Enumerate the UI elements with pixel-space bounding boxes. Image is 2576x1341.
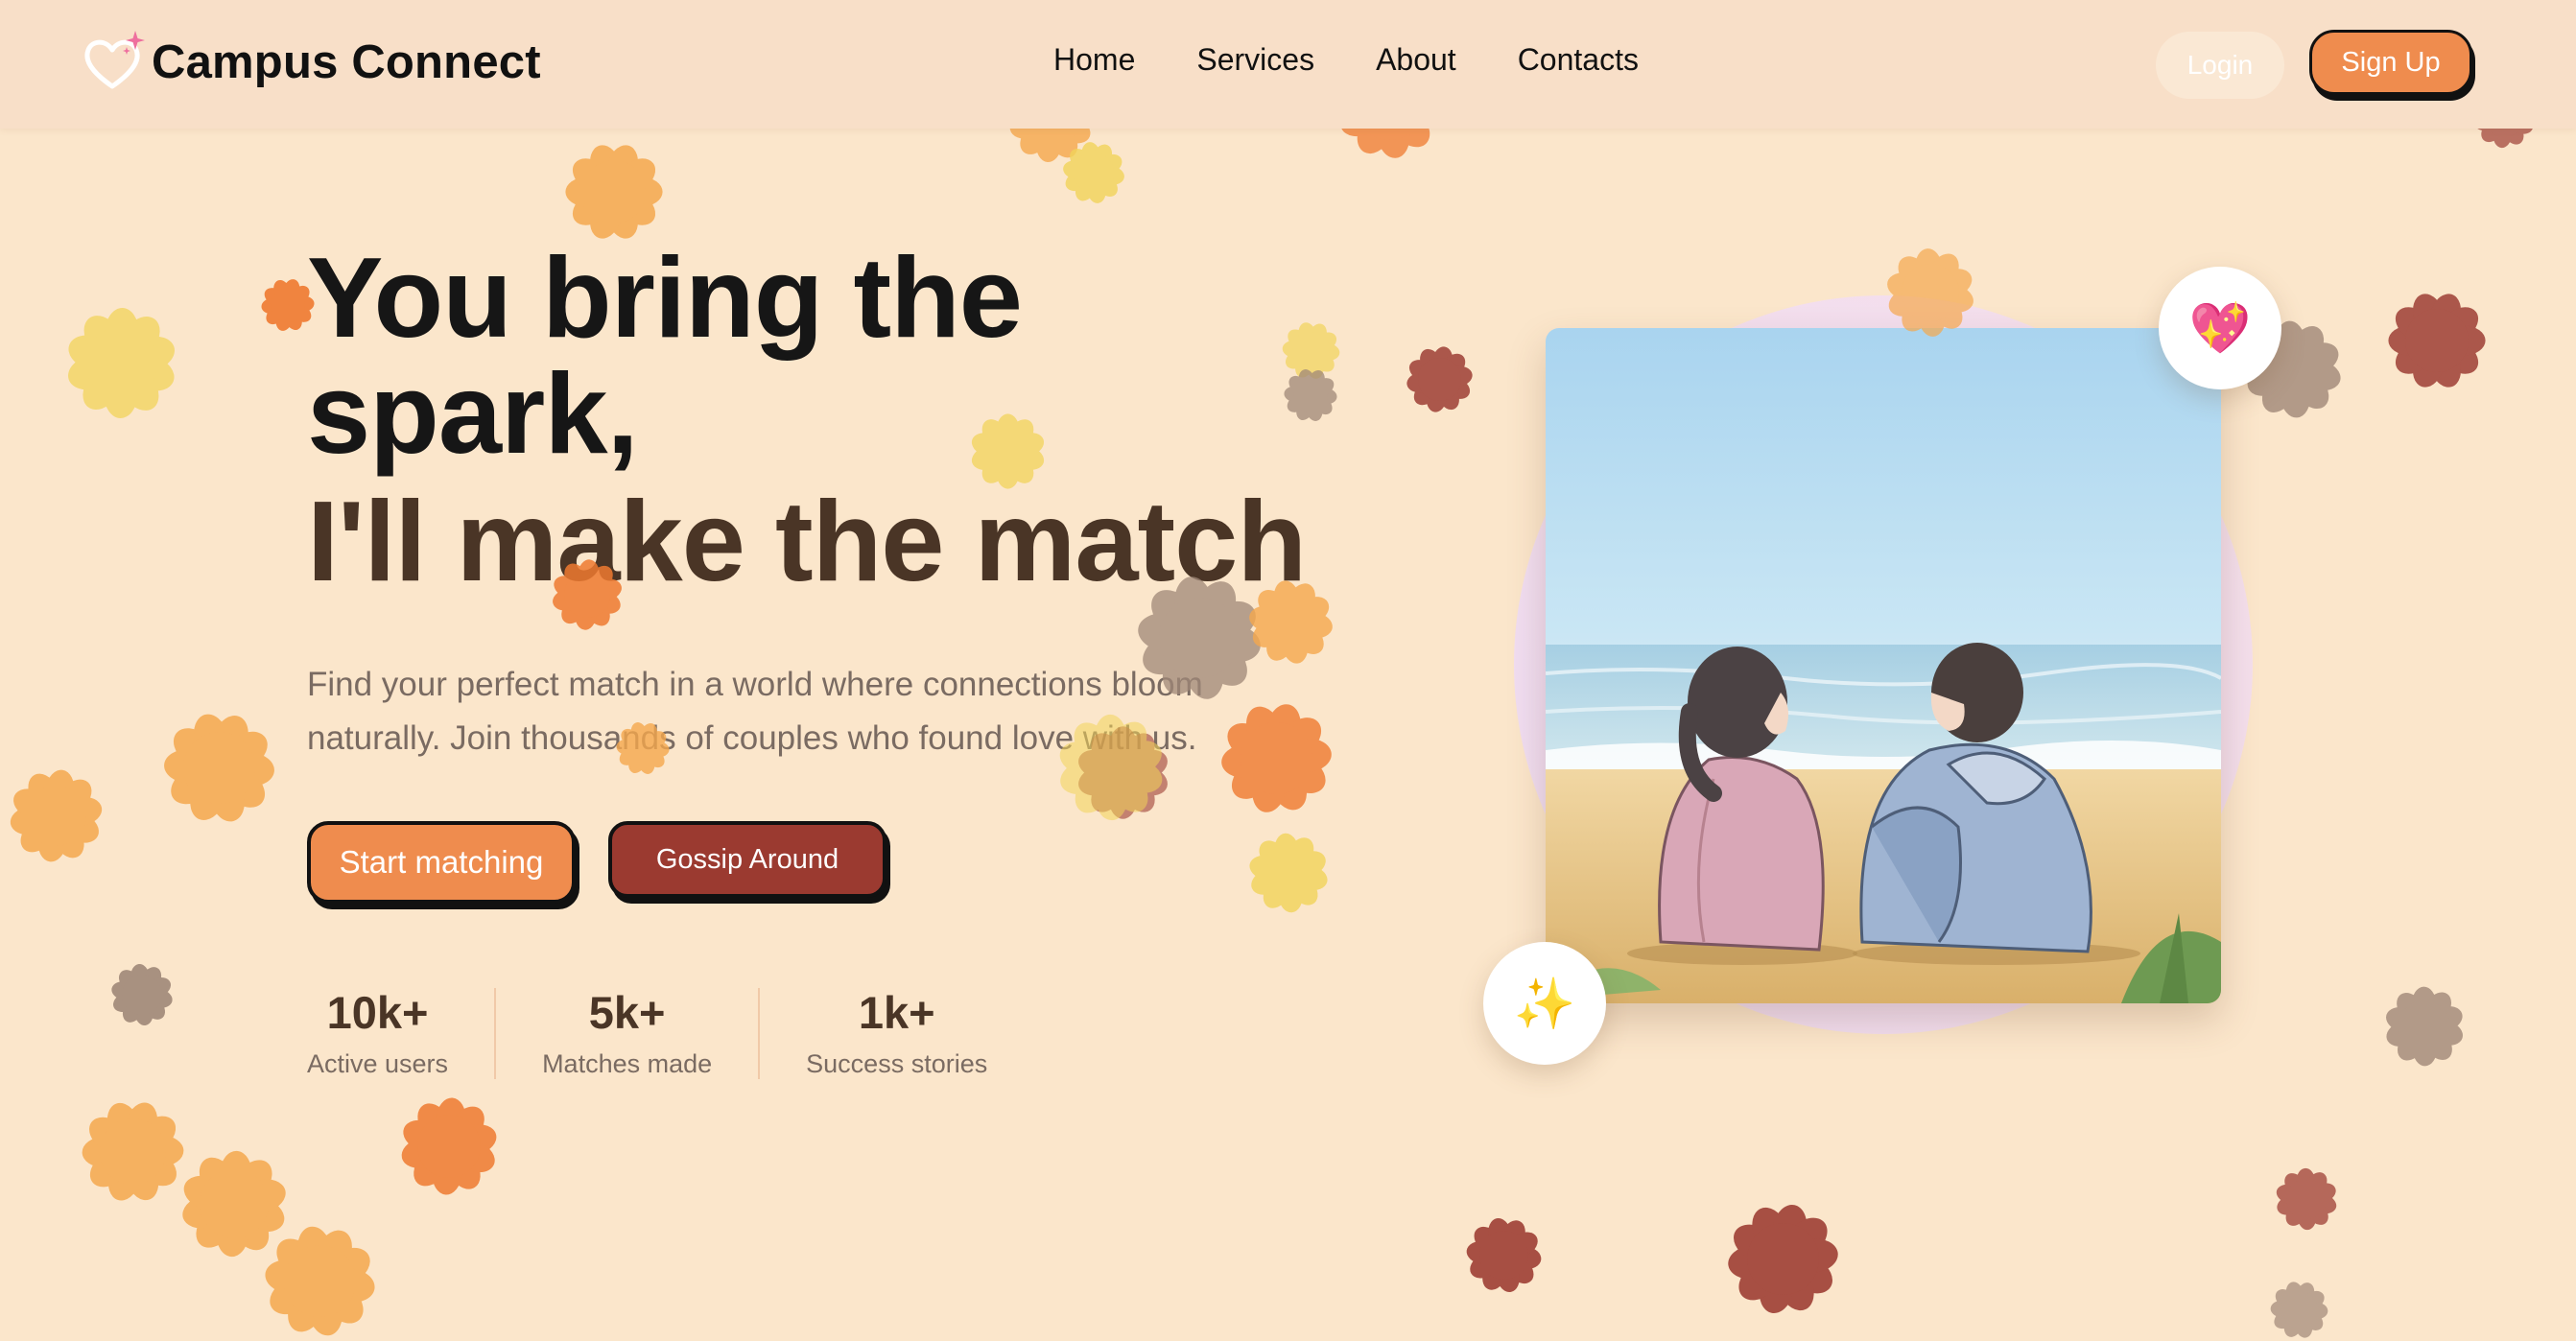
- flower-icon: [1723, 1199, 1843, 1319]
- stat-label: Active users: [307, 1048, 449, 1078]
- flower-icon: [561, 139, 667, 245]
- hero-subtitle: Find your perfect match in a world where…: [307, 665, 1203, 757]
- stat-matches-made: 5k+ Matches made: [494, 988, 758, 1079]
- start-matching-button[interactable]: Start matching: [307, 821, 576, 904]
- sparkles-badge: ✨: [1483, 942, 1606, 1065]
- stat-value: 5k+: [588, 987, 666, 1038]
- flower-icon: [2381, 983, 2468, 1070]
- couple-illustration: [1546, 328, 2221, 1003]
- flower-icon: [2273, 1165, 2340, 1233]
- headline-line-1: You bring the spark,: [307, 234, 1023, 479]
- sparkling-heart-badge: 💖: [2159, 267, 2281, 389]
- stat-label: Matches made: [542, 1048, 713, 1078]
- stat-active-users: 10k+ Active users: [307, 988, 494, 1079]
- nav-about-link[interactable]: About: [1376, 42, 1456, 78]
- flower-icon: [1060, 139, 1127, 206]
- flower-icon: [78, 1096, 188, 1207]
- flower-icon: [1245, 830, 1332, 916]
- heart-sparkle-icon: [81, 29, 148, 96]
- flower-icon: [177, 1146, 292, 1261]
- flower-icon: [159, 708, 279, 828]
- flower-icon: [1404, 343, 1476, 415]
- headline-line-2: I'll make the match: [307, 477, 1307, 605]
- top-navbar: Campus Connect Home Services About Conta…: [0, 0, 2576, 129]
- main-nav: Home Services About Contacts: [1053, 42, 1700, 78]
- nav-contacts-link[interactable]: Contacts: [1518, 42, 1639, 78]
- stat-label: Success stories: [806, 1048, 988, 1078]
- flower-icon: [396, 1094, 502, 1199]
- sparkles-icon: ✨: [1513, 976, 1576, 1032]
- stat-value: 1k+: [858, 987, 935, 1038]
- stat-success-stories: 1k+ Success stories: [758, 988, 1033, 1079]
- nav-services-link[interactable]: Services: [1196, 42, 1314, 78]
- flower-icon: [260, 1221, 380, 1341]
- flower-icon: [2384, 288, 2490, 393]
- flower-icon: [2268, 1279, 2330, 1341]
- login-button[interactable]: Login: [2156, 32, 2284, 99]
- logo[interactable]: Campus Connect: [81, 29, 541, 96]
- stats-row: 10k+ Active users 5k+ Matches made 1k+ S…: [307, 988, 1033, 1079]
- flower-icon: [1463, 1214, 1545, 1296]
- sparkling-heart-icon: 💖: [2188, 300, 2252, 357]
- flower-icon: [61, 303, 181, 423]
- nav-home-link[interactable]: Home: [1053, 42, 1135, 78]
- flower-icon: [6, 765, 106, 866]
- gossip-around-button[interactable]: Gossip Around: [608, 821, 886, 898]
- stat-value: 10k+: [326, 987, 429, 1038]
- flower-icon: [108, 961, 176, 1028]
- brand-name: Campus Connect: [152, 36, 541, 88]
- signup-button[interactable]: Sign Up: [2309, 30, 2472, 95]
- hero-section: You bring the spark, I'll make the match…: [307, 234, 1362, 1079]
- cta-group: Start matching Gossip Around: [307, 821, 886, 904]
